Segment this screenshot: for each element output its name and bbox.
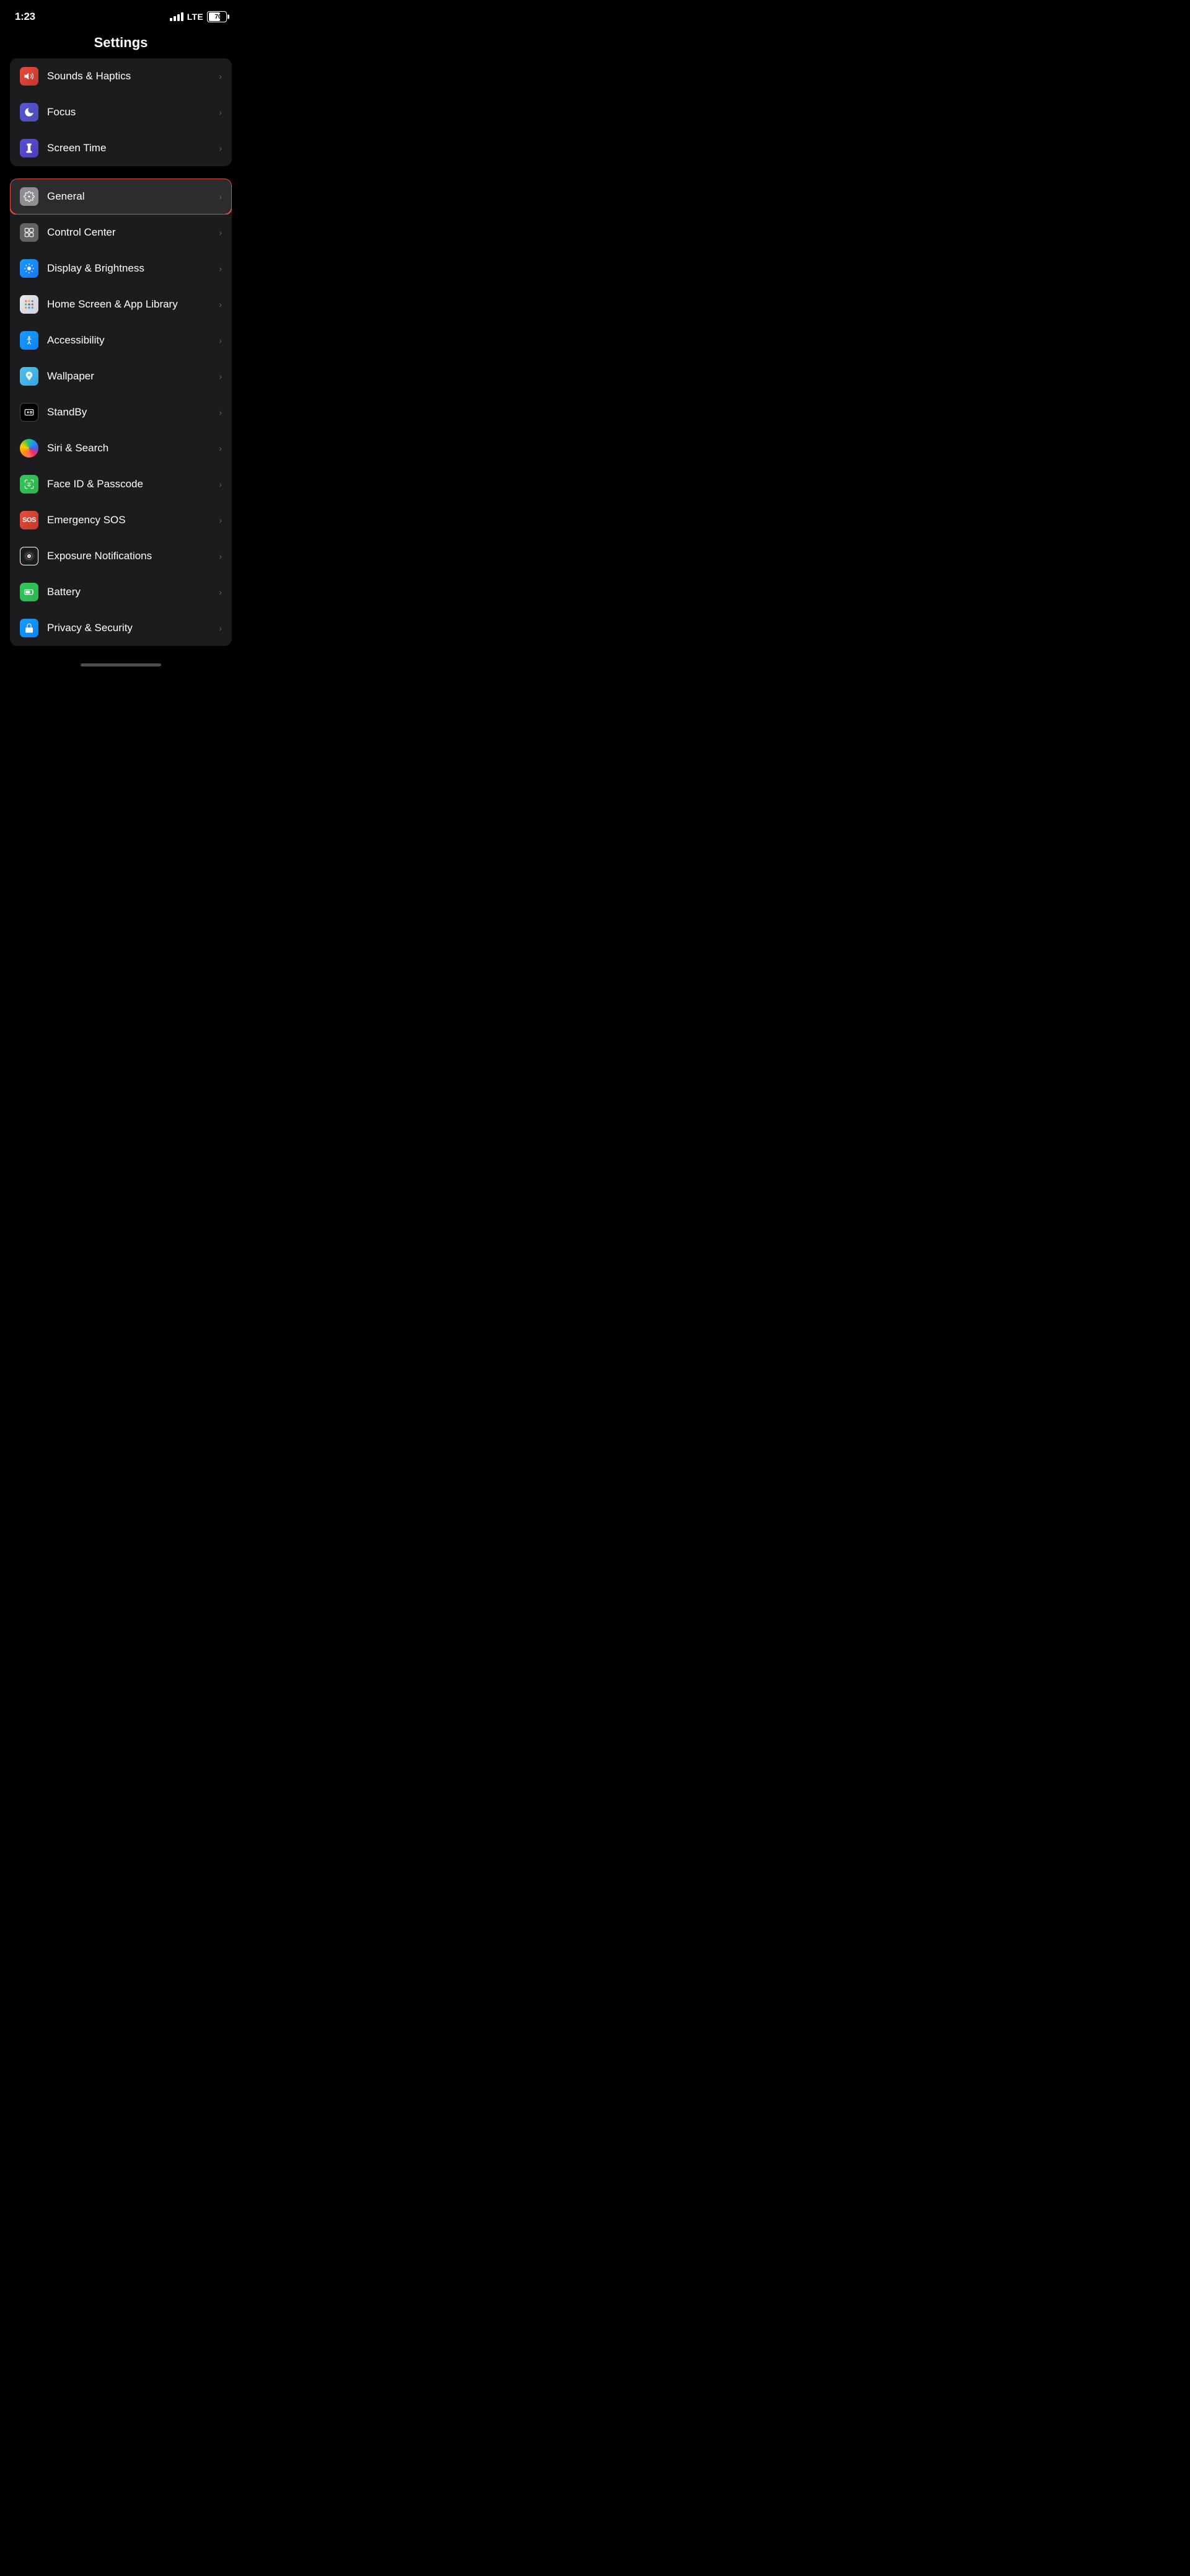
standby-label: StandBy bbox=[47, 406, 216, 418]
exposure-icon bbox=[20, 547, 38, 565]
standby-icon bbox=[20, 403, 38, 422]
siri-chevron: › bbox=[219, 443, 222, 453]
settings-item-general[interactable]: General › bbox=[10, 179, 232, 215]
faceid-chevron: › bbox=[219, 479, 222, 489]
battery-icon: 70 bbox=[207, 11, 227, 22]
siri-label: Siri & Search bbox=[47, 442, 216, 454]
settings-item-siri[interactable]: Siri & Search › bbox=[10, 430, 232, 466]
standby-chevron: › bbox=[219, 407, 222, 417]
sos-icon: SOS bbox=[20, 511, 38, 529]
battery-label: Battery bbox=[47, 586, 216, 598]
battery-chevron: › bbox=[219, 587, 222, 597]
settings-section-2: General › Control Center › Display & Bri… bbox=[10, 179, 232, 646]
homescreen-label: Home Screen & App Library bbox=[47, 298, 216, 311]
general-icon bbox=[20, 187, 38, 206]
general-chevron: › bbox=[219, 192, 222, 201]
privacy-icon bbox=[20, 619, 38, 637]
page-header: Settings bbox=[0, 30, 242, 58]
controlcenter-label: Control Center bbox=[47, 226, 216, 239]
settings-section-1: Sounds & Haptics › Focus › Screen Time › bbox=[10, 58, 232, 166]
display-label: Display & Brightness bbox=[47, 262, 216, 275]
focus-chevron: › bbox=[219, 107, 222, 117]
settings-item-wallpaper[interactable]: Wallpaper › bbox=[10, 358, 232, 394]
settings-item-sounds[interactable]: Sounds & Haptics › bbox=[10, 58, 232, 94]
sounds-label: Sounds & Haptics bbox=[47, 70, 216, 82]
status-icons: LTE 70 bbox=[170, 11, 227, 22]
settings-item-sos[interactable]: SOS Emergency SOS › bbox=[10, 502, 232, 538]
controlcenter-chevron: › bbox=[219, 228, 222, 237]
status-bar: 1:23 LTE 70 bbox=[0, 0, 242, 30]
display-icon bbox=[20, 259, 38, 278]
settings-item-controlcenter[interactable]: Control Center › bbox=[10, 215, 232, 250]
settings-item-homescreen[interactable]: Home Screen & App Library › bbox=[10, 286, 232, 322]
home-indicator-bar bbox=[81, 663, 161, 666]
settings-item-focus[interactable]: Focus › bbox=[10, 94, 232, 130]
page-title: Settings bbox=[0, 35, 242, 51]
accessibility-label: Accessibility bbox=[47, 334, 216, 347]
sos-chevron: › bbox=[219, 515, 222, 525]
privacy-label: Privacy & Security bbox=[47, 622, 216, 634]
focus-icon bbox=[20, 103, 38, 122]
exposure-chevron: › bbox=[219, 551, 222, 561]
siri-icon bbox=[20, 439, 38, 458]
sounds-chevron: › bbox=[219, 71, 222, 81]
screentime-label: Screen Time bbox=[47, 142, 216, 154]
sounds-icon bbox=[20, 67, 38, 86]
faceid-icon bbox=[20, 475, 38, 494]
settings-item-battery[interactable]: Battery › bbox=[10, 574, 232, 610]
lte-label: LTE bbox=[187, 12, 203, 22]
screentime-chevron: › bbox=[219, 143, 222, 153]
homescreen-chevron: › bbox=[219, 299, 222, 309]
faceid-label: Face ID & Passcode bbox=[47, 478, 216, 490]
display-chevron: › bbox=[219, 263, 222, 273]
privacy-chevron: › bbox=[219, 623, 222, 633]
settings-item-standby[interactable]: StandBy › bbox=[10, 394, 232, 430]
controlcenter-icon bbox=[20, 223, 38, 242]
settings-item-display[interactable]: Display & Brightness › bbox=[10, 250, 232, 286]
wallpaper-chevron: › bbox=[219, 371, 222, 381]
battery-percent: 70 bbox=[209, 14, 227, 20]
exposure-label: Exposure Notifications bbox=[47, 550, 216, 562]
focus-label: Focus bbox=[47, 106, 216, 118]
accessibility-chevron: › bbox=[219, 335, 222, 345]
screentime-icon bbox=[20, 139, 38, 157]
sos-label: Emergency SOS bbox=[47, 514, 216, 526]
signal-bars-icon bbox=[170, 12, 183, 21]
settings-item-exposure[interactable]: Exposure Notifications › bbox=[10, 538, 232, 574]
homescreen-icon bbox=[20, 295, 38, 314]
wallpaper-label: Wallpaper bbox=[47, 370, 216, 383]
settings-item-faceid[interactable]: Face ID & Passcode › bbox=[10, 466, 232, 502]
home-indicator bbox=[0, 658, 242, 669]
battery-settings-icon bbox=[20, 583, 38, 601]
settings-item-privacy[interactable]: Privacy & Security › bbox=[10, 610, 232, 646]
status-time: 1:23 bbox=[15, 11, 35, 23]
settings-item-screentime[interactable]: Screen Time › bbox=[10, 130, 232, 166]
settings-item-accessibility[interactable]: Accessibility › bbox=[10, 322, 232, 358]
accessibility-icon bbox=[20, 331, 38, 350]
general-label: General bbox=[47, 190, 216, 203]
wallpaper-icon bbox=[20, 367, 38, 386]
